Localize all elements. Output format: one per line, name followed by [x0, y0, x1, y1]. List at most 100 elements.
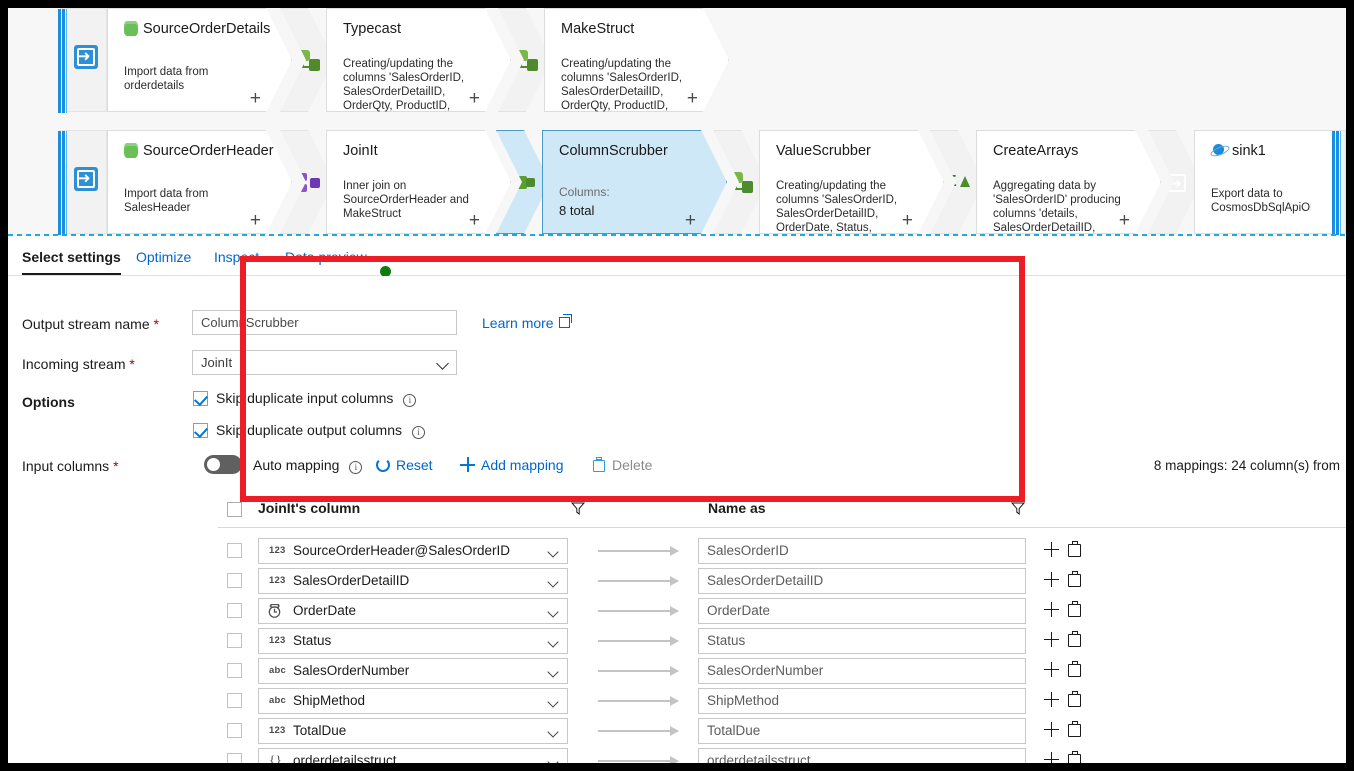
add-node-button[interactable]: + — [250, 211, 261, 230]
row-add-icon[interactable] — [1044, 542, 1059, 557]
node-makestruct[interactable]: MakeStruct Creating/updating the columns… — [544, 8, 729, 112]
row-checkbox[interactable] — [227, 633, 242, 648]
row-add-icon[interactable] — [1044, 572, 1059, 587]
add-node-button[interactable]: + — [685, 211, 696, 230]
node-title: ValueScrubber — [776, 143, 871, 159]
source-column-dropdown[interactable]: 123 Status — [258, 628, 568, 654]
row-checkbox[interactable] — [227, 693, 242, 708]
skip-duplicate-output-columns-checkbox[interactable]: Skip duplicate output columns i — [193, 422, 425, 439]
row-add-icon[interactable] — [1044, 752, 1059, 763]
info-icon[interactable]: i — [349, 461, 363, 474]
add-node-button[interactable]: + — [469, 89, 480, 108]
add-node-button[interactable]: + — [469, 211, 480, 230]
node-sourceorderheader[interactable]: SourceOrderHeader Import data from Sales… — [107, 130, 292, 234]
add-node-button[interactable]: + — [902, 211, 913, 230]
source-column-name: ShipMethod — [293, 693, 366, 708]
info-icon[interactable]: i — [412, 426, 425, 439]
source-column-filter-icon[interactable] — [571, 502, 585, 515]
checkbox-checked-icon — [193, 391, 208, 406]
row-add-icon[interactable] — [1044, 602, 1059, 617]
tab-optimize[interactable]: Optimize — [136, 236, 191, 275]
target-column-header: Name as — [708, 500, 766, 516]
sql-database-icon — [124, 21, 138, 36]
tab-inspect[interactable]: Inspect — [214, 236, 259, 275]
skip-duplicate-input-columns-checkbox[interactable]: Skip duplicate input columns i — [193, 390, 417, 407]
target-column-input[interactable]: orderdetailsstruct — [698, 748, 1026, 763]
output-stream-name-input[interactable]: ColumnScrubber — [192, 310, 457, 335]
target-column-input[interactable]: TotalDue — [698, 718, 1026, 744]
source-column-dropdown[interactable]: abc ShipMethod — [258, 688, 568, 714]
add-node-button[interactable]: + — [1119, 211, 1130, 230]
source-column-dropdown[interactable]: 123 TotalDue — [258, 718, 568, 744]
settings-tab-bar: Select settings Optimize Inspect Data pr… — [8, 236, 1346, 465]
date-type-icon — [267, 603, 283, 619]
data-flow-canvas[interactable]: SourceOrderDetails Import data from orde… — [8, 8, 1346, 236]
row-delete-icon[interactable] — [1068, 601, 1081, 617]
node-valuescrubber[interactable]: ValueScrubber Creating/updating the colu… — [759, 130, 944, 234]
chevron-down-icon — [547, 696, 559, 708]
node-sourceorderdetails[interactable]: SourceOrderDetails Import data from orde… — [107, 8, 292, 112]
number-type-icon: 123 — [269, 575, 286, 586]
target-column-input[interactable]: Status — [698, 628, 1026, 654]
row-checkbox[interactable] — [227, 753, 242, 763]
add-mapping-button[interactable]: Add mapping — [460, 457, 564, 473]
source-column-dropdown[interactable]: 123 SourceOrderHeader@SalesOrderID — [258, 538, 568, 564]
row-delete-icon[interactable] — [1068, 631, 1081, 647]
row-delete-icon[interactable] — [1068, 661, 1081, 677]
node-createarrays[interactable]: CreateArrays Aggregating data by 'SalesO… — [976, 130, 1161, 234]
row-delete-icon[interactable] — [1068, 541, 1081, 557]
source-handle-sourceorderheader[interactable] — [58, 130, 107, 235]
node-title: SourceOrderDetails — [124, 21, 270, 37]
row-checkbox[interactable] — [227, 603, 242, 618]
source-column-dropdown[interactable]: OrderDate — [258, 598, 568, 624]
target-column-input[interactable]: SalesOrderNumber — [698, 658, 1026, 684]
delete-button[interactable]: Delete — [593, 457, 652, 473]
incoming-stream-dropdown[interactable]: JoinIt — [192, 350, 457, 375]
learn-more-link[interactable]: Learn more — [482, 314, 572, 331]
derived-column-icon — [297, 50, 319, 71]
node-title: Typecast — [343, 21, 402, 37]
source-column-header: JoinIt's column — [258, 500, 361, 516]
row-add-icon[interactable] — [1044, 692, 1059, 707]
tab-select-settings[interactable]: Select settings — [22, 236, 121, 275]
reset-button[interactable]: Reset — [376, 457, 433, 473]
mapping-table-header: JoinIt's column Name as — [8, 494, 1346, 528]
derived-column-icon — [730, 172, 752, 193]
target-column-input[interactable]: OrderDate — [698, 598, 1026, 624]
row-checkbox[interactable] — [227, 543, 242, 558]
row-checkbox[interactable] — [227, 573, 242, 588]
row-delete-icon[interactable] — [1068, 691, 1081, 707]
row-delete-icon[interactable] — [1068, 721, 1081, 737]
row-add-icon[interactable] — [1044, 632, 1059, 647]
source-column-dropdown[interactable]: 123 SalesOrderDetailID — [258, 568, 568, 594]
node-columnscrubber[interactable]: ColumnScrubber Columns: 8 total + — [542, 130, 727, 234]
auto-mapping-toggle[interactable] — [204, 455, 242, 474]
tab-data-preview[interactable]: Data preview — [285, 236, 367, 275]
chevron-down-icon — [547, 546, 559, 558]
row-add-icon[interactable] — [1044, 722, 1059, 737]
source-column-dropdown[interactable]: {} orderdetailsstruct — [258, 748, 568, 763]
node-title: CreateArrays — [993, 143, 1079, 159]
sql-database-icon — [124, 143, 138, 158]
row-delete-icon[interactable] — [1068, 751, 1081, 763]
node-sink1[interactable]: sink1 Export data to CosmosDbSqlApiOrder… — [1194, 130, 1344, 234]
select-all-checkbox[interactable] — [227, 502, 242, 517]
row-delete-icon[interactable] — [1068, 571, 1081, 587]
row-add-icon[interactable] — [1044, 662, 1059, 677]
target-column-input[interactable]: SalesOrderID — [698, 538, 1026, 564]
source-handle-sourceorderdetails[interactable] — [58, 8, 107, 113]
row-checkbox[interactable] — [227, 723, 242, 738]
node-joinit[interactable]: JoinIt Inner join on SourceOrderHeader a… — [326, 130, 511, 234]
header-divider — [218, 527, 1346, 528]
info-icon[interactable]: i — [403, 394, 417, 407]
target-column-filter-icon[interactable] — [1011, 502, 1025, 515]
add-node-button[interactable]: + — [250, 89, 261, 108]
add-node-button[interactable]: + — [687, 89, 698, 108]
target-column-input[interactable]: ShipMethod — [698, 688, 1026, 714]
target-column-input[interactable]: SalesOrderDetailID — [698, 568, 1026, 594]
number-type-icon: 123 — [269, 635, 286, 646]
source-column-dropdown[interactable]: abc SalesOrderNumber — [258, 658, 568, 684]
node-typecast[interactable]: Typecast Creating/updating the columns '… — [326, 8, 511, 112]
number-type-icon: 123 — [269, 725, 286, 736]
row-checkbox[interactable] — [227, 663, 242, 678]
